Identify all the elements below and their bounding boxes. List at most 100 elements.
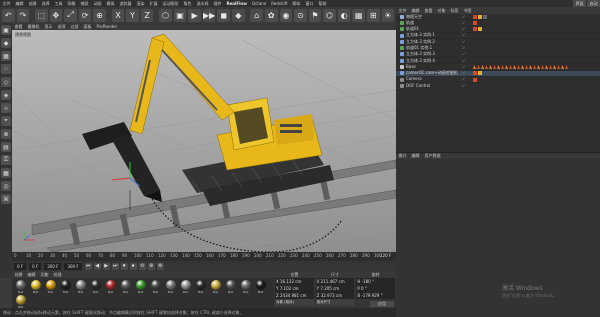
object-tag-icon[interactable] [529,65,532,70]
object-tag-icon[interactable] [525,65,528,70]
material-swatch[interactable]: Mat [224,279,238,294]
apply-button[interactable]: 应用 [370,301,394,307]
texture-mode-icon[interactable]: ▦ [1,51,11,61]
object-tag-icon[interactable] [481,65,484,70]
object-tag-icon[interactable] [497,65,500,70]
toolbar-button-icon[interactable]: ⬡ [159,8,172,22]
model-mode-icon[interactable]: ◆ [1,38,11,48]
toolbar-button-icon[interactable]: X [111,8,125,22]
object-tag-icon[interactable] [473,27,477,32]
attribute-menu-item[interactable]: 用户数据 [422,153,443,159]
end-frame-field[interactable]: 300 F [44,262,62,270]
object-tag-icon[interactable] [565,65,568,70]
material-swatch[interactable]: Mat [14,294,28,309]
material-swatch[interactable]: Mat [239,279,253,294]
timeline-ruler[interactable]: 0 10 20 30 40 50 60 70 80 90 100 110 120 130 140 150 160… [12,252,396,261]
object-tag-icon[interactable] [477,65,480,70]
toolbar-button-icon[interactable]: ◼ [217,8,231,22]
toolbar-button-icon[interactable]: ▶▶ [202,8,216,22]
toolbar-button-icon[interactable]: ⌬ [323,8,336,22]
object-tag-icon[interactable] [473,14,477,19]
object-row[interactable]: DOF Control ⁚✓ [396,83,600,90]
material-swatch[interactable]: Mat [209,279,223,294]
playback-button-icon[interactable]: ⏹ [129,262,137,270]
coords-mode-dropdown[interactable]: 对象 (相对) [275,299,314,306]
toolbar-button-icon[interactable]: ⊕ [93,8,106,22]
menu-item[interactable]: 扩展 [147,0,160,7]
material-swatch[interactable]: Mat [89,279,103,294]
playback-button-icon[interactable]: ⊕ [147,262,155,270]
menu-item[interactable]: 动画 [91,0,104,7]
object-tag-icon[interactable] [473,77,477,82]
layout-tab[interactable]: 界面 [573,0,586,7]
toolbar-button-icon[interactable]: ⊞ [366,8,380,22]
axis-mode-icon[interactable]: ⊹ [1,103,11,113]
object-tag-icon[interactable] [493,65,496,70]
material-swatch[interactable]: Mat [44,279,58,294]
preview-end-field[interactable]: 300 F [64,262,82,270]
object-tag-icon[interactable] [483,14,487,19]
material-swatch[interactable]: Mat [254,279,268,294]
object-tag-icon[interactable] [557,65,560,70]
menu-item[interactable]: 网格 [65,0,78,7]
playback-button-icon[interactable]: ⏮ [84,262,92,270]
visibility-dots-icon[interactable]: ⁚✓ [461,83,473,89]
menu-item[interactable]: 追踪器 [117,0,134,7]
object-tag-icon[interactable] [521,65,524,70]
polygons-mode-icon[interactable]: ◈ [1,90,11,100]
playback-button-icon[interactable]: ▶ [102,262,110,270]
grid-icon[interactable]: ▦ [1,168,11,178]
toolbar-button-icon[interactable]: ◐ [337,8,351,22]
menu-item[interactable]: 插件 [211,0,224,7]
toolbar-button-icon[interactable]: ✥ [49,8,63,22]
viewport-menu-item[interactable]: 选项 [55,24,68,30]
playback-button-icon[interactable]: ⏺ [120,262,128,270]
tweak-mode-icon[interactable]: ⌖ [1,116,11,126]
toolbar-button-icon[interactable]: ⬚ [34,8,48,22]
menu-item[interactable]: 捕捉 [78,0,91,7]
toolbar-button-icon[interactable]: ↷ [16,8,30,22]
object-tag-icon[interactable] [537,65,540,70]
material-menu-item[interactable]: 创建 [12,272,25,278]
size-y-field[interactable]: Y 7.205 cm [315,285,355,292]
menu-item[interactable]: 窗口 [303,0,316,7]
menu-item[interactable]: 文件 [0,0,13,7]
toolbar-button-icon[interactable]: ◉ [279,8,293,22]
material-swatch[interactable]: Mat [119,279,133,294]
rot-p-field[interactable]: P 0 ° [356,285,396,292]
pos-y-field[interactable]: Y 7.102 cm [275,285,314,292]
object-tag-icon[interactable] [473,71,477,76]
viewport-menu-item[interactable]: ProRender [94,24,120,29]
workplane-icon[interactable]: ▤ [1,142,11,152]
toolbar-button-icon[interactable]: ⊙ [294,8,307,22]
toolbar-button-icon[interactable]: Z [140,8,154,22]
attribute-menu-item[interactable]: 编辑 [409,153,422,159]
rot-b-field[interactable]: B -179.929 ° [356,292,396,299]
viewport-menu-item[interactable]: 查看 [12,24,25,30]
object-tag-icon[interactable] [485,65,488,70]
object-tag-icon[interactable] [489,65,492,70]
playback-button-icon[interactable]: ⚙ [156,262,164,270]
menu-item[interactable]: 创建 [26,0,39,7]
menu-item[interactable]: 渲染 [134,0,147,7]
viewport-menu-item[interactable]: 过滤 [68,24,81,30]
material-menu-item[interactable]: 功能 [38,272,51,278]
material-swatch[interactable]: Mat [194,279,208,294]
object-tag-icon[interactable] [513,65,516,70]
lock-icon[interactable]: ⚿ [1,155,11,165]
menu-item[interactable]: 帮助 [316,0,329,7]
menu-item[interactable]: 运动图形 [160,0,181,7]
toolbar-button-icon[interactable]: Y [126,8,139,22]
material-swatch[interactable]: Mat [164,279,178,294]
menu-item[interactable]: 流水线 [194,0,211,7]
viewport-menu-item[interactable]: 显示 [42,24,55,30]
object-tag-icon[interactable] [505,65,508,70]
snap-icon[interactable]: ⊗ [1,129,11,139]
edges-mode-icon[interactable]: ◇ [1,77,11,87]
object-tag-icon[interactable] [545,65,548,70]
toolbar-button-icon[interactable]: ↶ [2,8,15,22]
menu-item[interactable]: 编辑 [13,0,26,7]
material-swatch[interactable]: Mat [59,279,73,294]
object-tag-icon[interactable] [473,20,477,25]
object-tag-icon[interactable] [517,65,520,70]
